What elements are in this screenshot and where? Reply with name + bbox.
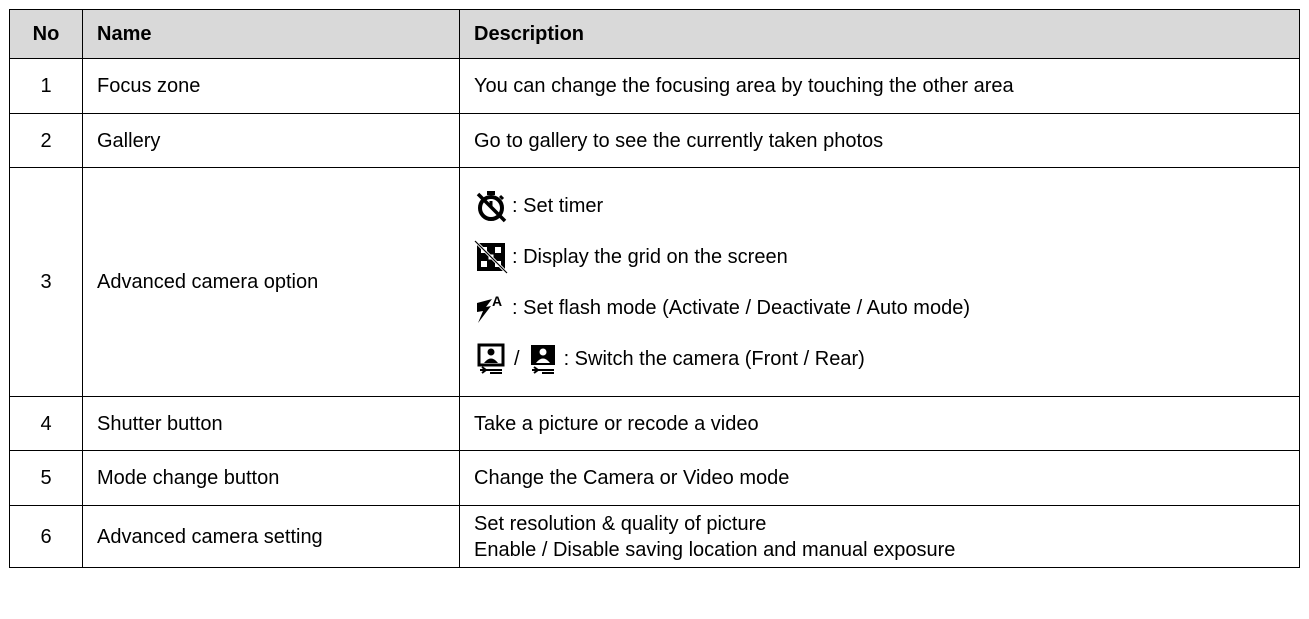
- header-description: Description: [459, 9, 1300, 59]
- table-row: 4 Shutter button Take a picture or recod…: [9, 396, 1300, 451]
- option-timer: : Set timer: [474, 185, 1285, 227]
- header-no: No: [9, 9, 83, 59]
- row-description: Change the Camera or Video mode: [459, 450, 1300, 506]
- table-row: 2 Gallery Go to gallery to see the curre…: [9, 113, 1300, 168]
- description-line: Set resolution & quality of picture: [474, 512, 767, 535]
- camera-front-icon: [474, 342, 508, 376]
- grid-off-icon: [474, 239, 508, 274]
- row-name: Advanced camera option: [82, 167, 460, 397]
- camera-rear-icon: [526, 342, 560, 376]
- row-description: You can change the focusing area by touc…: [459, 58, 1300, 114]
- row-name: Mode change button: [82, 450, 460, 506]
- row-number: 1: [9, 58, 83, 114]
- row-number: 5: [9, 450, 83, 506]
- flash-auto-icon: A: [474, 291, 508, 325]
- table-row: 1 Focus zone You can change the focusing…: [9, 58, 1300, 114]
- option-flash: A : Set flash mode (Activate / Deactivat…: [474, 287, 1285, 329]
- row-number: 3: [9, 167, 83, 397]
- table-row: 3 Advanced camera option : Set timer: D…: [9, 167, 1300, 397]
- row-description: Take a picture or recode a video: [459, 396, 1300, 451]
- option-separator: /: [514, 347, 520, 370]
- table-header-row: No Name Description: [9, 9, 1300, 59]
- option-text: : Switch the camera (Front / Rear): [563, 347, 865, 370]
- row-description: Set resolution & quality of picture Enab…: [459, 505, 1300, 568]
- option-text: : Set timer: [512, 194, 604, 217]
- row-description: Go to gallery to see the currently taken…: [459, 113, 1300, 168]
- svg-text:A: A: [492, 293, 502, 309]
- table-row: 5 Mode change button Change the Camera o…: [9, 450, 1300, 506]
- row-number: 6: [9, 505, 83, 568]
- option-text: : Display the grid on the screen: [512, 245, 788, 268]
- row-name: Focus zone: [82, 58, 460, 114]
- camera-controls-table: No Name Description 1 Focus zone You can…: [9, 9, 1300, 568]
- document-page: No Name Description 1 Focus zone You can…: [9, 9, 1300, 568]
- timer-off-icon: [474, 189, 508, 223]
- option-grid: : Display the grid on the screen: [474, 236, 1285, 278]
- row-number: 4: [9, 396, 83, 451]
- description-line: Enable / Disable saving location and man…: [474, 538, 956, 561]
- option-switch-camera: / : Switch the camera (Front / Rear): [474, 338, 1285, 380]
- table-row: 6 Advanced camera setting Set resolution…: [9, 505, 1300, 568]
- row-options: : Set timer: Display the grid on the sc…: [459, 167, 1300, 397]
- row-name: Advanced camera setting: [82, 505, 460, 568]
- row-number: 2: [9, 113, 83, 168]
- option-text: : Set flash mode (Activate / Deactivate …: [512, 296, 970, 319]
- header-name: Name: [82, 9, 460, 59]
- row-name: Gallery: [82, 113, 460, 168]
- row-name: Shutter button: [82, 396, 460, 451]
